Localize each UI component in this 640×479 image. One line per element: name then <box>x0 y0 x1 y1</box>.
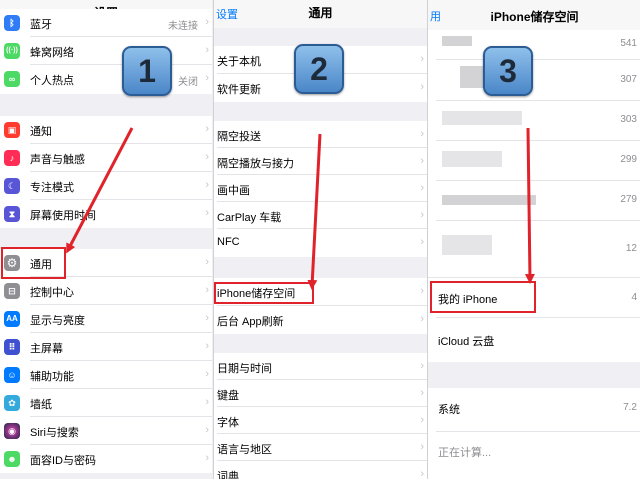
arrow-to-general <box>66 127 134 254</box>
arrow-to-my-iphone <box>524 127 535 284</box>
arrow-to-iphone-storage <box>307 133 322 290</box>
arrows-overlay <box>66 127 535 290</box>
